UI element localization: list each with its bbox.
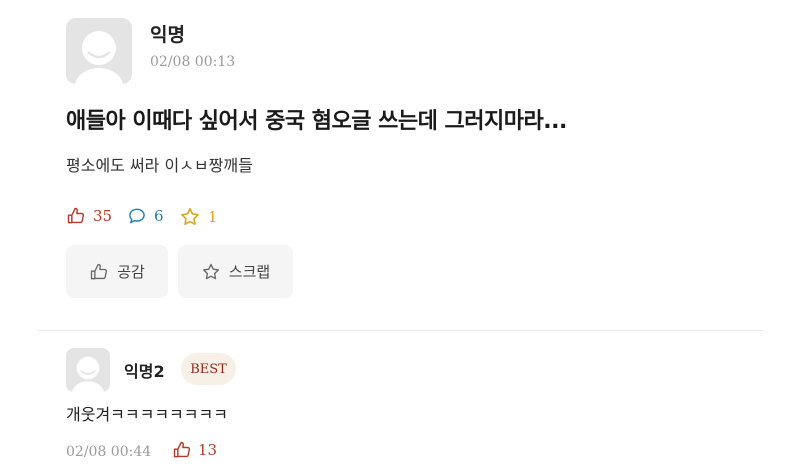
- like-button[interactable]: 공감: [66, 245, 168, 298]
- scrap-count: 1: [179, 206, 218, 228]
- divider: [38, 330, 763, 331]
- comment-count: 6: [127, 206, 164, 226]
- thumbs-up-icon: [91, 263, 108, 279]
- comment-author-name: 익명2: [124, 362, 165, 381]
- commenter-avatar: [66, 348, 110, 392]
- comment-count-value: 6: [154, 207, 164, 225]
- scrap-count-value: 1: [208, 208, 218, 226]
- post-timestamp: 02/08 00:13: [150, 54, 236, 70]
- author-avatar: [66, 18, 132, 84]
- like-count: 35: [66, 206, 112, 226]
- star-icon: [181, 207, 199, 226]
- best-badge: BEST: [181, 353, 236, 385]
- scrap-button-label: 스크랩: [228, 263, 271, 281]
- avatar-icon: [72, 356, 104, 392]
- like-count-value: 35: [93, 207, 113, 225]
- scrap-button[interactable]: 스크랩: [178, 245, 293, 298]
- post-body: 평소에도 써라 이ㅅㅂ짱깨들: [66, 156, 253, 175]
- post-title: 애들아 이때다 싶어서 중국 혐오글 쓰는데 그러지마라...: [66, 109, 567, 134]
- post-author-name: 익명: [150, 24, 185, 46]
- like-button-label: 공감: [117, 263, 145, 281]
- comment-like-button[interactable]: 13: [172, 440, 217, 460]
- thumbs-up-icon: [67, 207, 85, 224]
- comment-text: 개웃겨ㅋㅋㅋㅋㅋㅋㅋㅋ: [66, 405, 228, 424]
- avatar-icon: [75, 31, 123, 84]
- comment-timestamp: 02/08 00:44: [66, 444, 152, 460]
- thumbs-up-icon: [173, 441, 191, 458]
- comment-like-count: 13: [198, 441, 218, 459]
- star-icon: [202, 263, 219, 279]
- speech-bubble-icon: [129, 208, 145, 224]
